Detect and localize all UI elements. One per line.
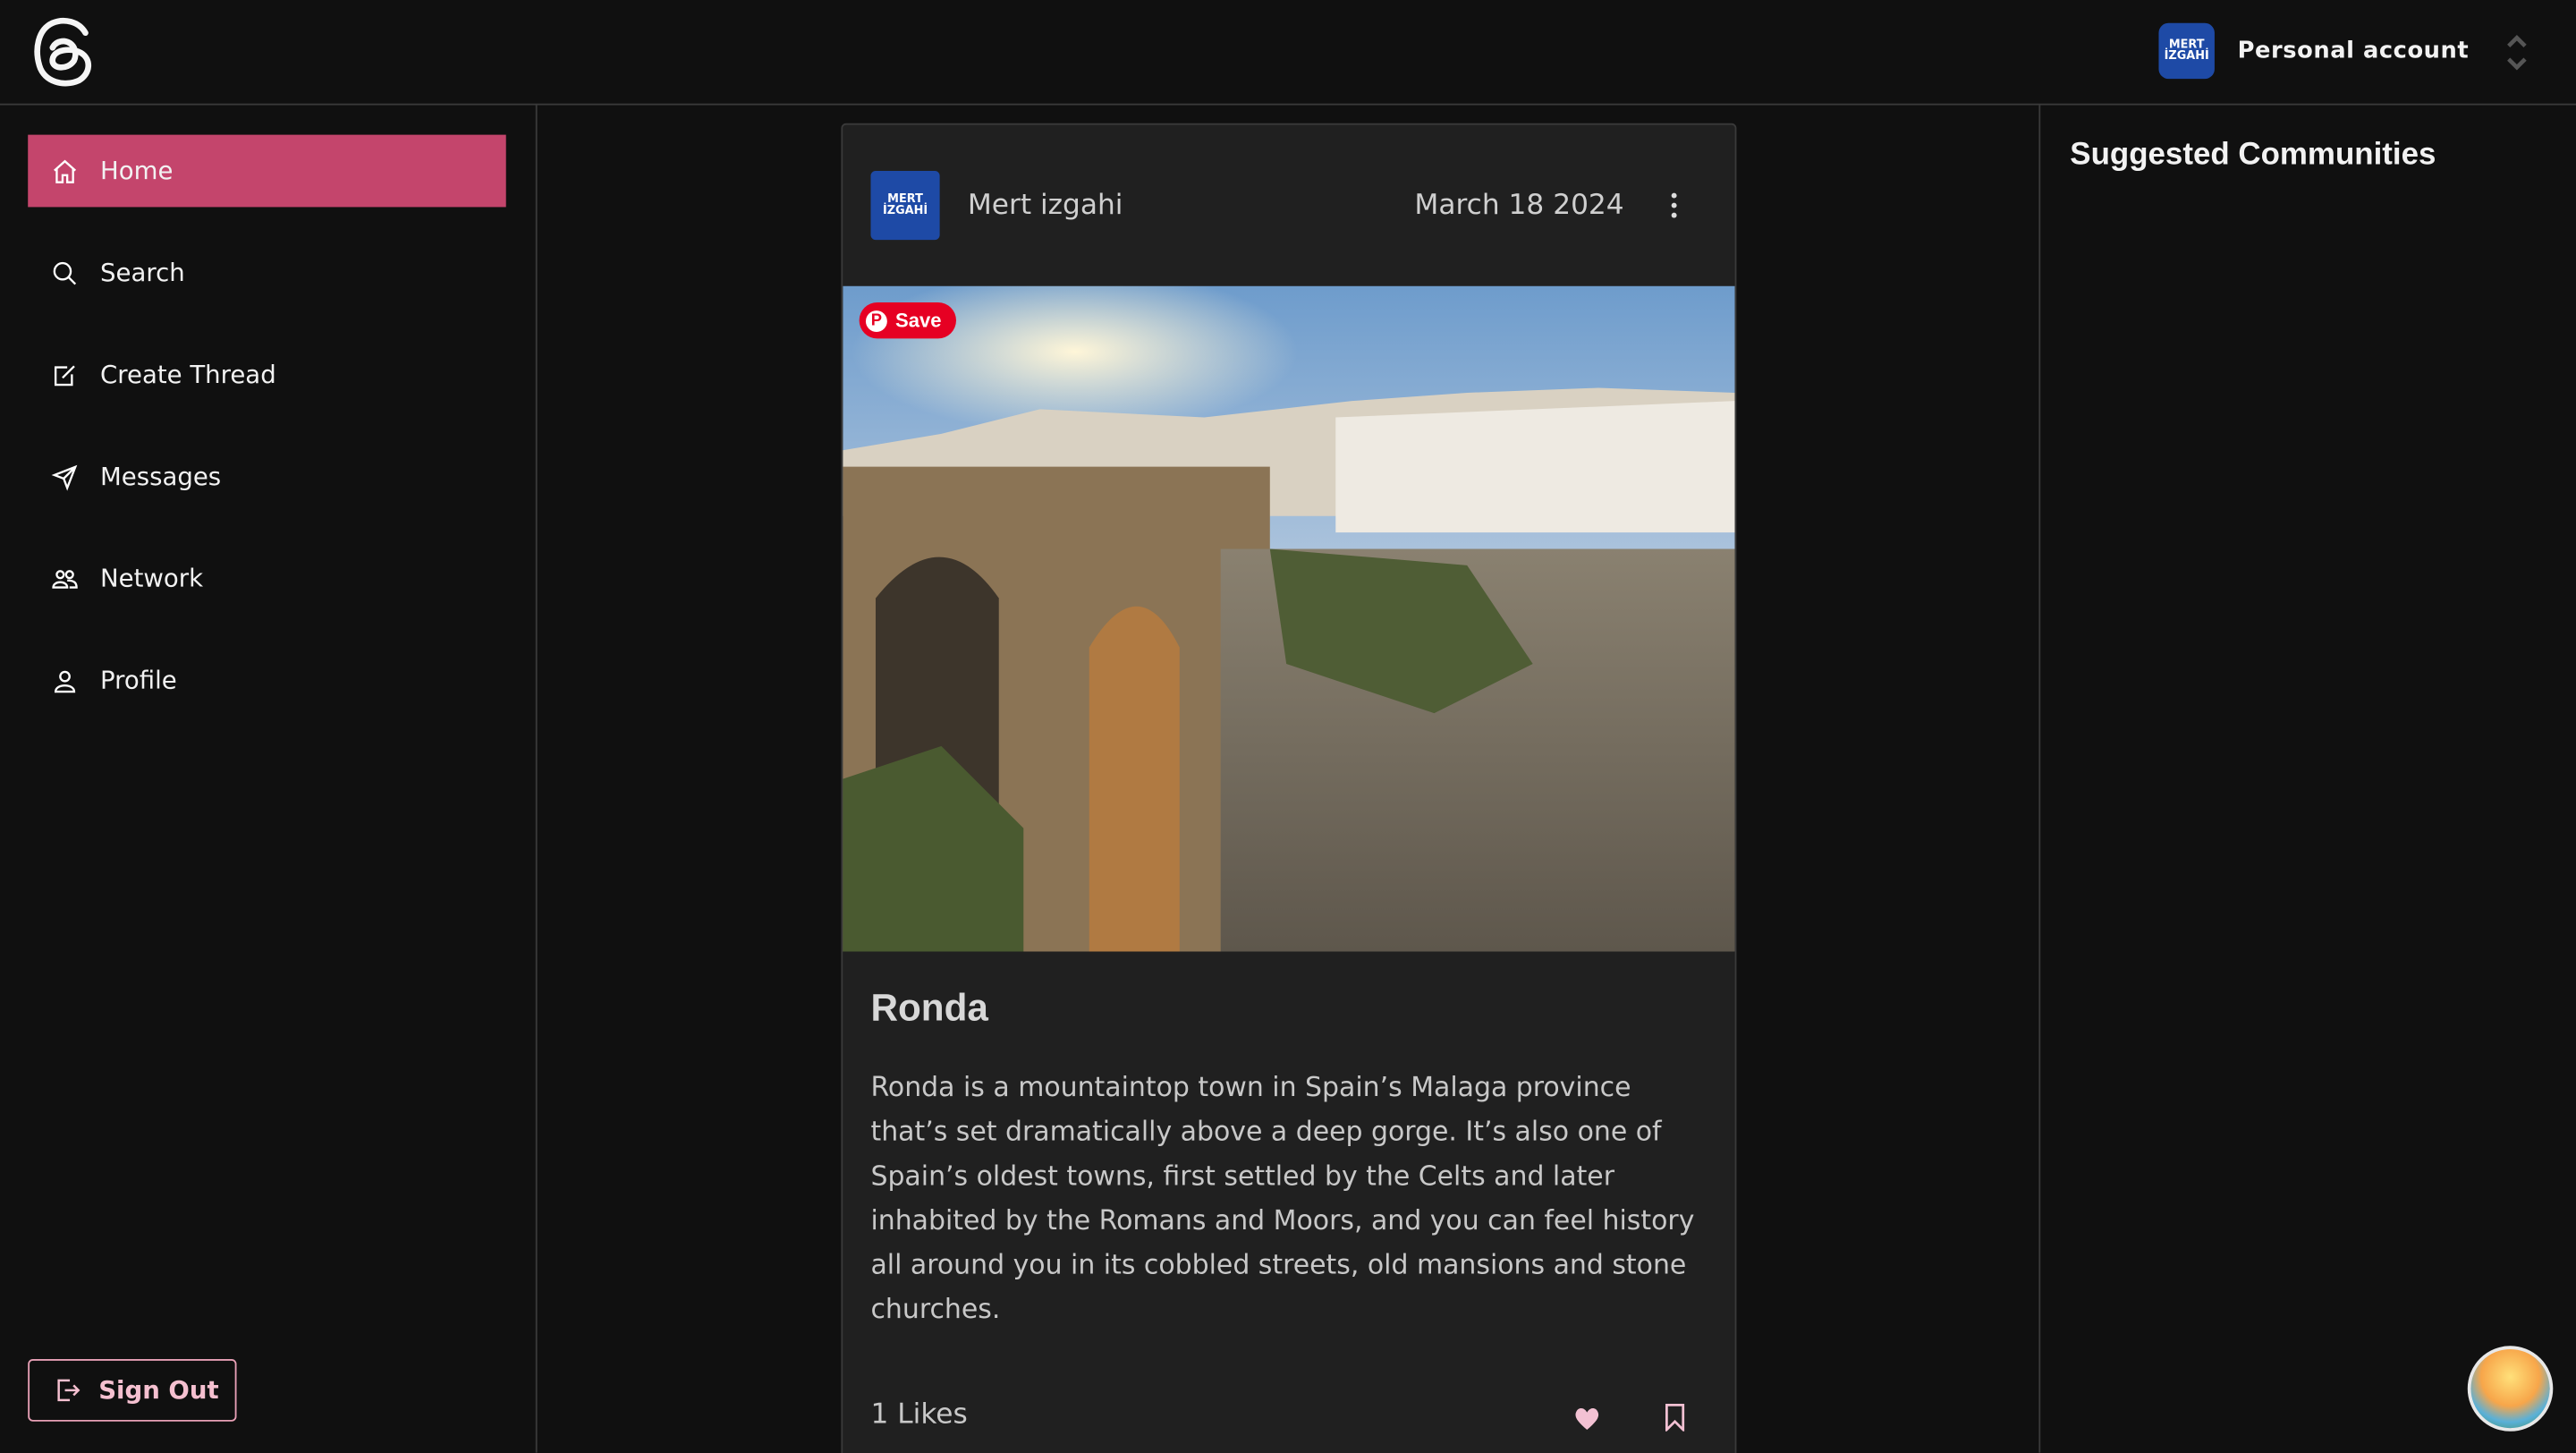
sidebar-item-label: Home — [100, 156, 174, 186]
post-author[interactable]: Mert izgahi — [968, 189, 1123, 222]
send-icon — [51, 463, 78, 490]
author-avatar[interactable]: MERT İZGAHİ — [870, 171, 940, 241]
sidebar-item-network[interactable]: Network — [28, 542, 505, 615]
chevron-up-down-icon[interactable] — [2504, 33, 2529, 72]
edit-icon — [54, 364, 75, 386]
post-title: Ronda — [870, 986, 988, 1029]
sidebar-item-profile[interactable]: Profile — [28, 644, 505, 717]
users-icon — [52, 569, 78, 588]
sidebar-item-label: Create Thread — [100, 360, 276, 390]
sidebar-item-search[interactable]: Search — [28, 236, 505, 309]
search-icon — [53, 261, 77, 285]
threads-logo-icon[interactable] — [31, 16, 97, 89]
likes-count: 1 Likes — [870, 1398, 968, 1432]
post-date: March 18 2024 — [1414, 189, 1624, 222]
top-bar: MERT İZGAHİ Personal account — [0, 0, 2576, 106]
save-label: Save — [895, 309, 942, 333]
sidebar-item-label: Messages — [100, 462, 222, 492]
sidebar-item-messages[interactable]: Messages — [28, 440, 505, 513]
sidebar-item-label: Search — [100, 258, 185, 288]
ronda-photo — [843, 285, 1735, 952]
post-image: P Save — [843, 285, 1735, 952]
account-avatar: MERT İZGAHİ — [2158, 22, 2215, 80]
sidebar-item-home[interactable]: Home — [28, 134, 506, 208]
pinterest-save-button[interactable]: P Save — [859, 302, 957, 339]
more-options-icon[interactable] — [1665, 191, 1684, 220]
sign-out-button[interactable]: Sign Out — [28, 1358, 237, 1422]
bookmark-icon[interactable] — [1665, 1404, 1686, 1432]
account-label: Personal account — [2237, 38, 2470, 64]
sidebar-item-label: Profile — [100, 665, 177, 695]
heart-icon[interactable] — [1574, 1405, 1600, 1431]
sidebar-item-label: Network — [100, 564, 204, 594]
account-switcher[interactable]: MERT İZGAHİ Personal account — [2158, 22, 2470, 80]
home-icon — [54, 158, 77, 183]
post-body: Ronda is a mountaintop town in Spain’s M… — [870, 1071, 1695, 1325]
sign-out-label: Sign Out — [98, 1375, 219, 1406]
pinterest-icon: P — [865, 310, 887, 332]
right-panel: Suggested Communities — [2038, 105, 2576, 1453]
suggested-communities-title: Suggested Communities — [2070, 138, 2436, 173]
post-card: MERT İZGAHİ Mert izgahi March 18 2024 P … — [841, 123, 1737, 1453]
sidebar-item-create-thread[interactable]: Create Thread — [28, 338, 505, 411]
post-header: MERT İZGAHİ Mert izgahi March 18 2024 — [843, 125, 1734, 285]
sidebar: Home Search Create Thread Messages Netwo… — [0, 105, 538, 1453]
user-icon — [54, 669, 76, 693]
floating-avatar-button[interactable] — [2467, 1346, 2554, 1432]
logout-icon — [57, 1379, 80, 1402]
